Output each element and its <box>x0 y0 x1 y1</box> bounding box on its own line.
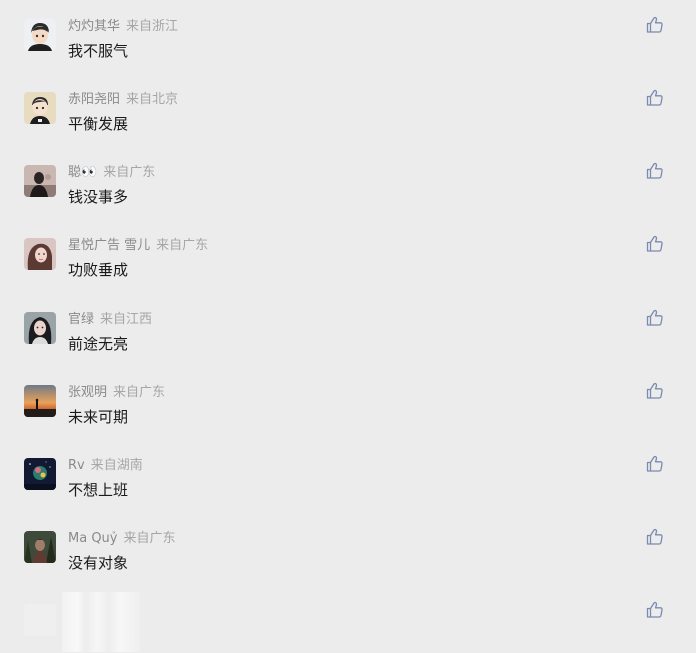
comment-meta: 星悦广告 雪儿 来自广东 <box>68 237 208 255</box>
comment-text: 前途无亮 <box>68 335 129 353</box>
location-label: 来自江西 <box>100 312 153 327</box>
nickname[interactable]: 聪👀 <box>68 165 97 180</box>
comment-meta: Ma Quỷ 来自广东 <box>68 530 176 548</box>
comment-meta: 赤阳尧阳 来自北京 <box>68 91 178 109</box>
user-avatar[interactable] <box>24 385 56 417</box>
content-placeholder <box>62 592 140 652</box>
like-button[interactable] <box>645 600 665 620</box>
like-button[interactable] <box>645 381 665 401</box>
comment-item: 灼灼其华 来自浙江 我不服气 <box>0 16 696 92</box>
comment-text: 不想上班 <box>68 481 129 499</box>
location-label: 来自浙江 <box>126 19 179 34</box>
comment-item: 赤阳尧阳 来自北京 平衡发展 <box>0 89 696 165</box>
comment-list: 灼灼其华 来自浙江 我不服气 赤阳尧阳 来自北京 平衡发展 聪👀 来自广东 钱没… <box>0 0 696 653</box>
comment-meta: 灼灼其华 来自浙江 <box>68 18 178 36</box>
nickname[interactable]: Ma Quỷ <box>68 531 117 546</box>
user-avatar[interactable] <box>24 531 56 563</box>
nickname[interactable]: 星悦广告 雪儿 <box>68 238 150 253</box>
comment-meta: 官绿 来自江西 <box>68 311 152 329</box>
comment-meta: Rv 来自湖南 <box>68 457 143 475</box>
thumbs-up-icon <box>646 235 663 252</box>
user-avatar[interactable] <box>24 92 56 124</box>
user-avatar[interactable] <box>24 165 56 197</box>
user-avatar[interactable] <box>24 458 56 490</box>
comment-meta: 聪👀 来自广东 <box>68 164 155 182</box>
nickname[interactable]: Rv <box>68 458 85 473</box>
nickname[interactable]: 灼灼其华 <box>68 19 120 34</box>
thumbs-up-icon <box>646 89 663 106</box>
thumbs-up-icon <box>646 601 663 618</box>
like-button[interactable] <box>645 527 665 547</box>
location-label: 来自北京 <box>126 92 179 107</box>
thumbs-up-icon <box>646 455 663 472</box>
like-button[interactable] <box>645 15 665 35</box>
comment-text: 没有对象 <box>68 554 129 572</box>
location-label: 来自湖南 <box>90 458 143 473</box>
location-label: 来自广东 <box>123 531 176 546</box>
like-button[interactable] <box>645 161 665 181</box>
nickname[interactable]: 赤阳尧阳 <box>68 92 120 107</box>
like-button[interactable] <box>645 308 665 328</box>
location-label: 来自广东 <box>156 238 209 253</box>
comment-text: 未来可期 <box>68 408 129 426</box>
comment-meta: 张观明 来自广东 <box>68 384 165 402</box>
comment-text: 我不服气 <box>68 42 129 60</box>
avatar-placeholder <box>24 604 56 636</box>
user-avatar[interactable] <box>24 19 56 51</box>
comment-item: Rv 来自湖南 不想上班 <box>0 455 696 531</box>
comment-item: 张观明 来自广东 未来可期 <box>0 382 696 458</box>
thumbs-up-icon <box>646 528 663 545</box>
user-avatar[interactable] <box>24 238 56 270</box>
like-button[interactable] <box>645 234 665 254</box>
comment-text: 钱没事多 <box>68 188 129 206</box>
comment-text: 功败垂成 <box>68 261 129 279</box>
location-label: 来自广东 <box>113 385 166 400</box>
thumbs-up-icon <box>646 162 663 179</box>
like-button[interactable] <box>645 454 665 474</box>
nickname[interactable]: 官绿 <box>68 312 94 327</box>
thumbs-up-icon <box>646 382 663 399</box>
comment-item-placeholder <box>0 592 696 653</box>
nickname[interactable]: 张观明 <box>68 385 107 400</box>
thumbs-up-icon <box>646 16 663 33</box>
comment-text: 平衡发展 <box>68 115 129 133</box>
comment-item: 官绿 来自江西 前途无亮 <box>0 309 696 385</box>
thumbs-up-icon <box>646 309 663 326</box>
user-avatar[interactable] <box>24 312 56 344</box>
comment-item: 星悦广告 雪儿 来自广东 功败垂成 <box>0 235 696 311</box>
location-label: 来自广东 <box>103 165 156 180</box>
comment-item: 聪👀 来自广东 钱没事多 <box>0 162 696 238</box>
like-button[interactable] <box>645 88 665 108</box>
